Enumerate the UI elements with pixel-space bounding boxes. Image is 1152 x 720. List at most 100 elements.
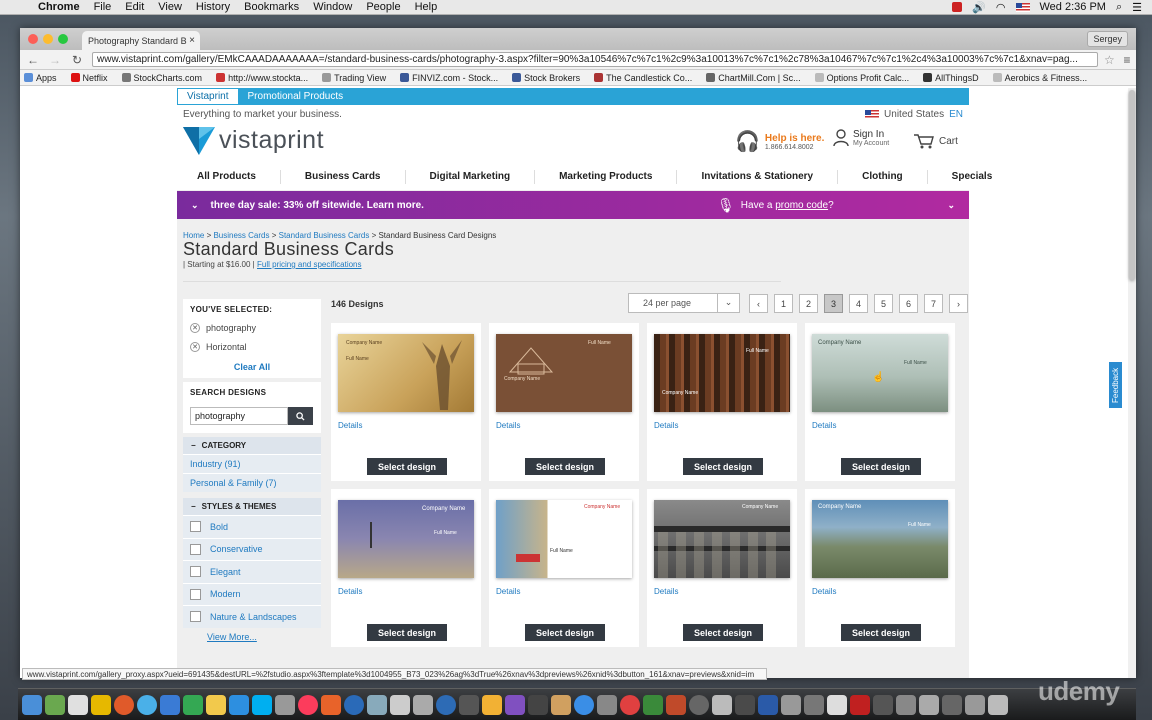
vistaprint-logo[interactable]: vistaprint xyxy=(183,126,324,155)
details-link[interactable]: Details xyxy=(338,587,362,596)
app-icon[interactable] xyxy=(45,694,65,715)
style-conservative[interactable]: Conservative xyxy=(183,537,321,560)
app-icon[interactable] xyxy=(68,694,88,715)
design-thumbnail[interactable]: Company Name Full Name xyxy=(338,500,474,578)
checkbox[interactable] xyxy=(190,588,201,600)
app-icon[interactable] xyxy=(551,694,571,715)
design-thumbnail[interactable]: Company Name Full Name ☝ xyxy=(812,334,948,412)
details-link[interactable]: Details xyxy=(496,587,520,596)
app-icon[interactable] xyxy=(597,694,617,715)
close-window-icon[interactable] xyxy=(28,34,38,44)
details-link[interactable]: Details xyxy=(812,421,836,430)
page-1[interactable]: 1 xyxy=(774,294,793,313)
nav-invitations-stationery[interactable]: Invitations & Stationery xyxy=(677,169,839,184)
selected-filter[interactable]: ✕ Horizontal xyxy=(190,342,314,352)
trash-icon[interactable] xyxy=(988,694,1008,715)
notes-icon[interactable] xyxy=(206,694,226,715)
app-icon[interactable] xyxy=(275,694,295,715)
app-icon[interactable] xyxy=(183,694,203,715)
bookmark-item[interactable]: Trading View xyxy=(322,73,386,83)
design-card[interactable]: Company Name Full Name Details Select de… xyxy=(489,489,639,647)
app-icon[interactable] xyxy=(965,694,985,715)
select-design-button[interactable]: Select design xyxy=(841,624,921,641)
page-4[interactable]: 4 xyxy=(849,294,868,313)
feedback-tab[interactable]: Feedback xyxy=(1109,362,1122,408)
chrome-menu-icon[interactable]: ≡ xyxy=(1118,53,1136,67)
chevron-down-icon[interactable]: ⌄ xyxy=(947,200,955,211)
safari-icon[interactable] xyxy=(137,694,157,715)
acrobat-icon[interactable] xyxy=(850,694,870,715)
scrollbar-thumb[interactable] xyxy=(1129,90,1135,280)
finder-icon[interactable] xyxy=(22,694,42,715)
select-design-button[interactable]: Select design xyxy=(683,624,763,641)
sign-in-link[interactable]: Sign In My Account xyxy=(833,129,889,147)
app-icon[interactable] xyxy=(919,694,939,715)
per-page-select[interactable]: 24 per page ⌄ xyxy=(628,293,740,313)
app-icon[interactable] xyxy=(643,694,663,715)
details-link[interactable]: Details xyxy=(654,421,678,430)
category-header[interactable]: − CATEGORY xyxy=(183,437,321,454)
promo-code-link[interactable]: 🎙 Have a promo code? xyxy=(717,197,834,214)
design-card[interactable]: Company Name Full Name Details Select de… xyxy=(331,323,481,481)
app-icon[interactable] xyxy=(344,694,364,715)
app-icon[interactable] xyxy=(666,694,686,715)
menu-window[interactable]: Window xyxy=(313,1,352,13)
details-link[interactable]: Details xyxy=(496,421,520,430)
design-thumbnail[interactable]: Company Name Full Name xyxy=(812,500,948,578)
bookmark-item[interactable]: AllThingsD xyxy=(923,73,979,83)
design-thumbnail[interactable]: Company Name Full Name xyxy=(338,334,474,412)
bookmark-item[interactable]: FINVIZ.com - Stock... xyxy=(400,73,498,83)
menu-people[interactable]: People xyxy=(366,1,400,13)
bookmark-item[interactable]: http://www.stockta... xyxy=(216,73,308,83)
bookmark-item[interactable]: Netflix xyxy=(70,73,108,83)
design-thumbnail[interactable]: Company Name Full Name xyxy=(496,334,632,412)
app-icon[interactable] xyxy=(689,694,709,715)
app-icon[interactable] xyxy=(459,694,479,715)
app-icon[interactable] xyxy=(482,694,502,715)
design-card[interactable]: Company Name Full Name Details Select de… xyxy=(489,323,639,481)
back-icon[interactable]: ← xyxy=(24,53,42,67)
page-3[interactable]: 3 xyxy=(824,294,843,313)
firefox-icon[interactable] xyxy=(114,694,134,715)
checkbox[interactable] xyxy=(190,521,201,533)
close-tab-icon[interactable]: × xyxy=(189,35,195,46)
app-icon[interactable] xyxy=(436,694,456,715)
design-card[interactable]: Company Name Details Select design xyxy=(647,489,797,647)
checkbox[interactable] xyxy=(190,566,201,578)
menu-edit[interactable]: Edit xyxy=(125,1,144,13)
promo-message[interactable]: three day sale: 33% off sitewide. Learn … xyxy=(211,200,424,211)
app-icon[interactable] xyxy=(528,694,548,715)
style-elegant[interactable]: Elegant xyxy=(183,560,321,583)
clock[interactable]: Wed 2:36 PM xyxy=(1040,1,1106,13)
address-bar[interactable]: www.vistaprint.com/gallery/EMkCAAADAAAAA… xyxy=(92,52,1098,67)
skype-icon[interactable] xyxy=(252,694,272,715)
style-bold[interactable]: Bold xyxy=(183,515,321,538)
remove-filter-icon[interactable]: ✕ xyxy=(190,323,200,333)
tab-vistaprint[interactable]: Vistaprint xyxy=(177,88,239,105)
details-link[interactable]: Details xyxy=(338,421,362,430)
notifications-icon[interactable]: ☰ xyxy=(1132,1,1142,14)
clear-all-link[interactable]: Clear All xyxy=(190,362,314,372)
app-icon[interactable] xyxy=(804,694,824,715)
bookmark-item[interactable]: Options Profit Calc... xyxy=(814,73,909,83)
page-6[interactable]: 6 xyxy=(899,294,918,313)
remove-filter-icon[interactable]: ✕ xyxy=(190,342,200,352)
app-icon[interactable] xyxy=(160,694,180,715)
app-icon[interactable] xyxy=(781,694,801,715)
country-selector[interactable]: United States EN xyxy=(865,109,963,120)
select-design-button[interactable]: Select design xyxy=(367,624,447,641)
design-card[interactable]: Company Name Full Name Details Select de… xyxy=(331,489,481,647)
pricing-link[interactable]: Full pricing and specifications xyxy=(257,260,362,269)
app-icon[interactable] xyxy=(758,694,778,715)
page-2[interactable]: 2 xyxy=(799,294,818,313)
checkbox[interactable] xyxy=(190,611,201,623)
bookmark-item[interactable]: Aerobics & Fitness... xyxy=(992,73,1087,83)
category-industry[interactable]: Industry (91) xyxy=(183,454,321,473)
app-icon[interactable] xyxy=(413,694,433,715)
app-icon[interactable] xyxy=(229,694,249,715)
menu-app[interactable]: Chrome xyxy=(38,1,80,13)
status-icon[interactable] xyxy=(952,2,963,12)
spotlight-icon[interactable]: ⌕ xyxy=(1116,1,1122,14)
bookmark-item[interactable]: Apps xyxy=(24,73,57,83)
minimize-window-icon[interactable] xyxy=(43,34,53,44)
